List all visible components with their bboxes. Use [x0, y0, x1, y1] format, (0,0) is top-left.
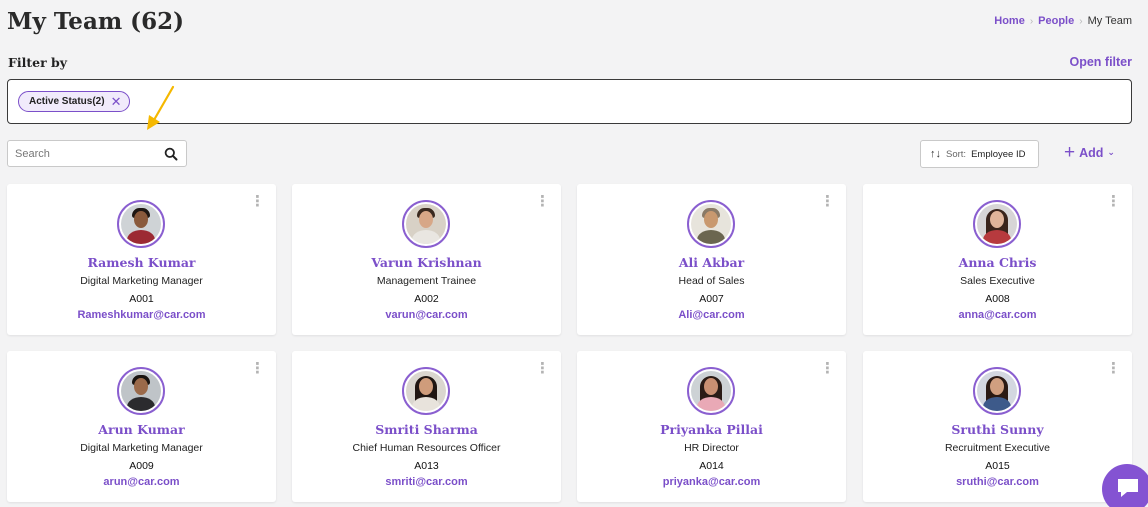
breadcrumb: Home › People › My Team: [994, 15, 1132, 27]
employee-name[interactable]: Ali Akbar: [577, 255, 846, 270]
employee-id: A014: [699, 460, 724, 472]
sort-label: Sort:: [946, 148, 967, 160]
chat-button[interactable]: [1102, 464, 1148, 507]
employee-name[interactable]: Anna Chris: [863, 255, 1132, 270]
more-options-icon[interactable]: ⋮: [1106, 361, 1121, 376]
sort-button[interactable]: ↑↓ Sort: Employee ID: [920, 140, 1039, 168]
employee-email[interactable]: arun@car.com: [7, 476, 276, 488]
filter-label: Filter by: [8, 55, 68, 70]
breadcrumb-separator-icon: ›: [1079, 15, 1083, 27]
employee-name[interactable]: Ramesh Kumar: [7, 255, 276, 270]
employee-role: Digital Marketing Manager: [80, 275, 203, 287]
breadcrumb-separator-icon: ›: [1029, 15, 1034, 27]
sort-value: Employee ID: [971, 148, 1026, 160]
employee-id: A002: [414, 293, 439, 305]
avatar: [117, 200, 165, 248]
avatar: [402, 200, 450, 248]
search-box[interactable]: [7, 140, 187, 167]
sort-arrows-icon: ↑↓: [930, 148, 941, 160]
add-button[interactable]: + Add ⌄: [1064, 143, 1115, 162]
annotation-arrow-icon: [147, 85, 175, 130]
employee-id: A008: [985, 293, 1010, 305]
employee-name[interactable]: Smriti Sharma: [292, 422, 561, 437]
employee-card[interactable]: ⋮ Ali Akbar Head of Sales A007 Ali@car.c…: [577, 184, 846, 335]
plus-icon: +: [1064, 142, 1076, 163]
employee-card[interactable]: ⋮ Varun Krishnan Management Trainee A002…: [292, 184, 561, 335]
page-title: My Team (62): [7, 8, 184, 35]
employee-email[interactable]: anna@car.com: [863, 309, 1132, 321]
employee-role: Management Trainee: [376, 275, 477, 287]
employee-role: Head of Sales: [678, 275, 745, 287]
employee-id: A009: [129, 460, 154, 472]
chat-icon: [1118, 479, 1138, 497]
employee-id: A001: [129, 293, 154, 305]
employee-name[interactable]: Arun Kumar: [7, 422, 276, 437]
employee-card[interactable]: ⋮ Sruthi Sunny Recruitment Executive A01…: [863, 351, 1132, 502]
avatar: [402, 367, 450, 415]
filter-chip-active-status[interactable]: Active Status(2) ✕: [18, 91, 131, 112]
breadcrumb-current: My Team: [1087, 15, 1132, 27]
more-options-icon[interactable]: ⋮: [535, 194, 550, 209]
employee-role: Chief Human Resources Officer: [352, 442, 501, 454]
employee-name[interactable]: Sruthi Sunny: [863, 422, 1132, 437]
add-button-label: Add: [1079, 145, 1104, 160]
more-options-icon[interactable]: ⋮: [820, 194, 835, 209]
more-options-icon[interactable]: ⋮: [535, 361, 550, 376]
employee-email[interactable]: varun@car.com: [292, 309, 561, 321]
employee-id: A015: [985, 460, 1010, 472]
employee-role: HR Director: [684, 442, 739, 454]
filter-chip-label: Active Status(2): [29, 96, 105, 107]
employee-id: A013: [414, 460, 439, 472]
search-input[interactable]: [8, 141, 158, 166]
avatar: [973, 200, 1021, 248]
employee-role: Sales Executive: [960, 275, 1035, 287]
avatar: [117, 367, 165, 415]
more-options-icon[interactable]: ⋮: [250, 194, 265, 209]
more-options-icon[interactable]: ⋮: [820, 361, 835, 376]
breadcrumb-home[interactable]: Home: [994, 15, 1025, 27]
more-options-icon[interactable]: ⋮: [250, 361, 265, 376]
employee-card[interactable]: ⋮ Anna Chris Sales Executive A008 anna@c…: [863, 184, 1132, 335]
open-filter-link[interactable]: Open filter: [1069, 55, 1132, 69]
employee-role: Recruitment Executive: [944, 442, 1051, 454]
employee-email[interactable]: Rameshkumar@car.com: [7, 309, 276, 321]
employee-role: Digital Marketing Manager: [80, 442, 203, 454]
employee-email[interactable]: priyanka@car.com: [577, 476, 846, 488]
avatar: [973, 367, 1021, 415]
employee-card[interactable]: ⋮ Arun Kumar Digital Marketing Manager A…: [7, 351, 276, 502]
employee-email[interactable]: sruthi@car.com: [863, 476, 1132, 488]
employee-card[interactable]: ⋮ Priyanka Pillai HR Director A014 priya…: [577, 351, 846, 502]
employee-email[interactable]: smriti@car.com: [292, 476, 561, 488]
employee-name[interactable]: Varun Krishnan: [292, 255, 561, 270]
employee-card[interactable]: ⋮ Ramesh Kumar Digital Marketing Manager…: [7, 184, 276, 335]
breadcrumb-people[interactable]: People: [1038, 15, 1074, 27]
employee-name[interactable]: Priyanka Pillai: [577, 422, 846, 437]
search-icon[interactable]: [164, 147, 178, 161]
employee-email[interactable]: Ali@car.com: [577, 309, 846, 321]
avatar: [687, 200, 735, 248]
employee-id: A007: [699, 293, 724, 305]
chevron-down-icon: ⌄: [1107, 147, 1115, 157]
avatar: [687, 367, 735, 415]
more-options-icon[interactable]: ⋮: [1106, 194, 1121, 209]
remove-filter-icon[interactable]: ✕: [111, 95, 122, 108]
employee-card[interactable]: ⋮ Smriti Sharma Chief Human Resources Of…: [292, 351, 561, 502]
